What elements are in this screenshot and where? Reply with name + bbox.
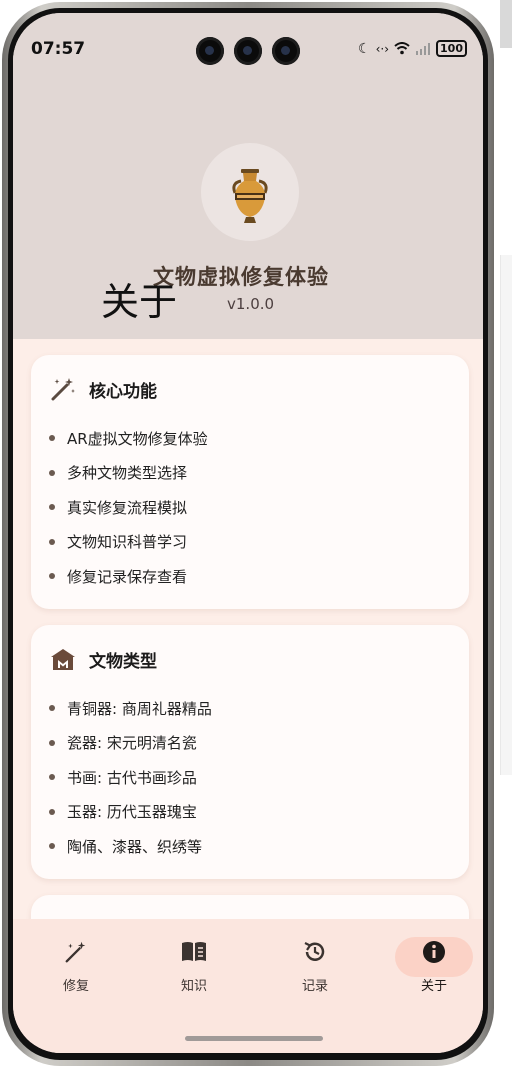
features-list: AR虚拟文物修复体验 多种文物类型选择 真实修复流程模拟 文物知识科普学习 修复… — [49, 421, 208, 594]
version-label: v1.0.0 — [227, 295, 275, 313]
list-item: 修复记录保存查看 — [49, 559, 208, 594]
list-item: 多种文物类型选择 — [49, 456, 208, 491]
list-item-text: 陶俑、漆器、织绣等 — [67, 837, 203, 856]
nav-item-restore[interactable]: 修复 — [36, 937, 116, 994]
nav-label: 关于 — [420, 979, 447, 994]
phone-frame: 07:57 ☾ ‹·› 100 文物虚拟修复体验 关于 v1.0.0 核心功能 … — [2, 2, 494, 1066]
core-features-card: 核心功能 AR虚拟文物修复体验 多种文物类型选择 真实修复流程模拟 文物知识科普… — [31, 355, 469, 609]
list-item-text: 真实修复流程模拟 — [67, 498, 188, 517]
history-icon — [275, 937, 355, 967]
nav-label: 修复 — [62, 979, 89, 994]
camera-icon — [272, 37, 300, 65]
bullet-icon — [49, 538, 55, 545]
home-indicator[interactable] — [185, 1036, 323, 1041]
link-icon: ‹·› — [375, 41, 390, 56]
list-item: 玉器: 历代玉器瑰宝 — [49, 795, 212, 830]
card-header: 文物类型 — [49, 645, 157, 673]
bullet-icon — [49, 774, 55, 781]
about-header: 07:57 ☾ ‹·› 100 文物虚拟修复体验 关于 v1.0.0 — [13, 13, 483, 339]
bullet-icon — [49, 705, 55, 712]
list-item: 青铜器: 商周礼器精品 — [49, 691, 212, 726]
page-title: 关于 — [101, 280, 178, 324]
status-time: 07:57 — [31, 39, 86, 59]
bullet-icon — [49, 504, 55, 511]
list-item-text: 多种文物类型选择 — [67, 464, 188, 483]
card-title: 核心功能 — [89, 381, 157, 402]
bullet-icon — [49, 573, 55, 580]
types-list: 青铜器: 商周礼器精品 瓷器: 宋元明清名瓷 书画: 古代书画珍品 玉器: 历代… — [49, 691, 212, 864]
signal-icon — [416, 43, 431, 55]
card-title: 文物类型 — [89, 651, 157, 672]
background-panel — [500, 255, 512, 775]
book-icon — [154, 937, 234, 967]
camera-icon — [234, 37, 262, 65]
museum-icon — [51, 649, 75, 670]
bullet-icon — [49, 843, 55, 850]
list-item-text: 修复记录保存查看 — [67, 567, 188, 586]
list-item-text: 文物知识科普学习 — [67, 533, 188, 552]
card-header: 核心功能 — [49, 375, 157, 403]
list-item: 书画: 古代书画珍品 — [49, 760, 212, 795]
artifact-types-card: 文物类型 青铜器: 商周礼器精品 瓷器: 宋元明清名瓷 书画: 古代书画珍品 玉… — [31, 625, 469, 879]
list-item-text: 瓷器: 宋元明清名瓷 — [67, 734, 197, 753]
status-bar: 07:57 ☾ ‹·› 100 — [13, 13, 483, 65]
nav-item-records[interactable]: 记录 — [275, 937, 355, 994]
bottom-nav: 修复 知识 记录 关于 — [13, 919, 483, 1053]
wifi-icon — [394, 42, 410, 55]
list-item: 陶俑、漆器、织绣等 — [49, 829, 212, 864]
list-item-text: AR虚拟文物修复体验 — [67, 429, 208, 448]
list-item: 瓷器: 宋元明清名瓷 — [49, 726, 212, 761]
moon-icon: ☾ — [358, 40, 371, 57]
bullet-icon — [49, 435, 55, 442]
bullet-icon — [49, 808, 55, 815]
bullet-icon — [49, 469, 55, 476]
nav-item-knowledge[interactable]: 知识 — [154, 937, 234, 994]
app-logo — [201, 143, 299, 241]
camera-icon — [196, 37, 224, 65]
magic-wand-icon — [36, 937, 116, 967]
app-name: 文物虚拟修复体验 — [153, 265, 329, 289]
nav-label: 知识 — [180, 979, 207, 994]
status-icons: ☾ ‹·› 100 — [358, 40, 467, 57]
list-item-text: 青铜器: 商周礼器精品 — [67, 699, 212, 718]
phone-bezel: 07:57 ☾ ‹·› 100 文物虚拟修复体验 关于 v1.0.0 核心功能 … — [8, 8, 488, 1060]
bullet-icon — [49, 739, 55, 746]
nav-item-about[interactable]: 关于 — [394, 937, 474, 994]
app-screen: 07:57 ☾ ‹·› 100 文物虚拟修复体验 关于 v1.0.0 核心功能 … — [13, 13, 483, 1053]
list-item: 文物知识科普学习 — [49, 525, 208, 560]
list-item-text: 书画: 古代书画珍品 — [67, 768, 197, 787]
list-item: AR虚拟文物修复体验 — [49, 421, 208, 456]
info-icon — [394, 937, 474, 967]
list-item: 真实修复流程模拟 — [49, 490, 208, 525]
nav-label: 记录 — [301, 979, 328, 994]
magic-wand-icon — [51, 378, 75, 401]
window-edge — [500, 0, 512, 48]
list-item-text: 玉器: 历代玉器瑰宝 — [67, 803, 197, 822]
battery-icon: 100 — [436, 40, 467, 57]
amphora-icon — [232, 169, 268, 223]
